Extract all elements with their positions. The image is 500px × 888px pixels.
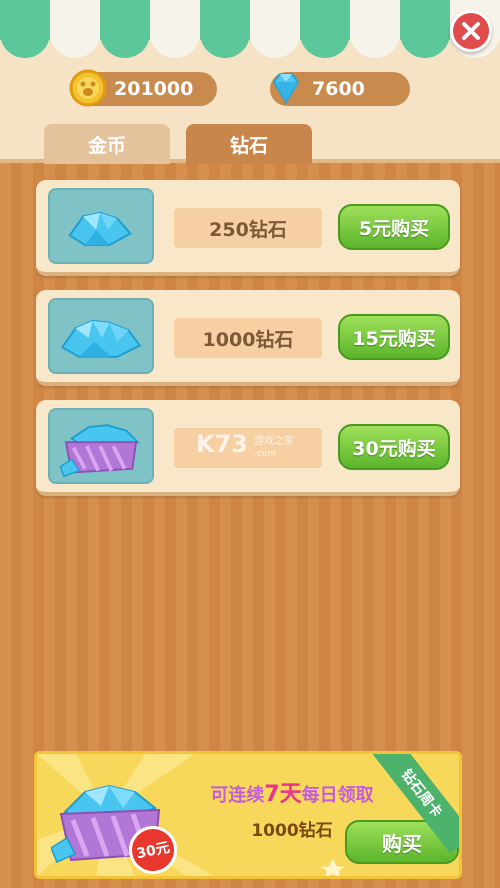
offer-card-1: 250钻石 5元购买: [36, 180, 460, 276]
diamond-box-image: [48, 408, 154, 484]
coin-balance: 201000: [69, 69, 217, 107]
awning: [0, 0, 500, 58]
weekly-card-banner: 30元 可连续7天每日领取 1000钻石 购买 钻石周卡: [34, 751, 462, 879]
coin-icon: [69, 69, 107, 107]
close-icon: [462, 22, 480, 40]
offer-card-2: 1000钻石 15元购买: [36, 290, 460, 386]
buy-button-30[interactable]: 30元购买: [338, 424, 450, 470]
banner-promo-suffix: 每日领取: [301, 785, 374, 806]
diamond-pile-medium-image: [48, 298, 154, 374]
coin-amount: 201000: [114, 78, 194, 100]
tab-diamonds[interactable]: 钻石: [186, 124, 312, 164]
offer-amount: 1000钻石: [174, 318, 322, 358]
banner-promo-days: 7天: [264, 782, 302, 807]
svg-text:K73: K73: [196, 430, 248, 458]
tab-coins-label: 金币: [87, 134, 126, 157]
offer-amount: 250钻石: [174, 208, 322, 248]
diamond-balance: 7600: [270, 72, 410, 106]
watermark-logo: K73 游戏之家 .com: [196, 430, 294, 459]
banner-promo-prefix: 可连续: [210, 785, 265, 806]
buy-button-15[interactable]: 15元购买: [338, 314, 450, 360]
close-button[interactable]: [450, 10, 492, 52]
banner-promo-text: 可连续7天每日领取: [187, 776, 397, 808]
diamond-pile-small-image: [48, 188, 154, 264]
svg-text:.com: .com: [254, 449, 276, 459]
buy-button-5[interactable]: 5元购买: [338, 204, 450, 250]
tab-coins[interactable]: 金币: [44, 124, 170, 164]
tab-diamonds-label: 钻石: [229, 134, 268, 157]
diamond-icon: [272, 73, 300, 104]
diamond-amount: 7600: [312, 78, 365, 100]
svg-text:游戏之家: 游戏之家: [254, 434, 294, 447]
